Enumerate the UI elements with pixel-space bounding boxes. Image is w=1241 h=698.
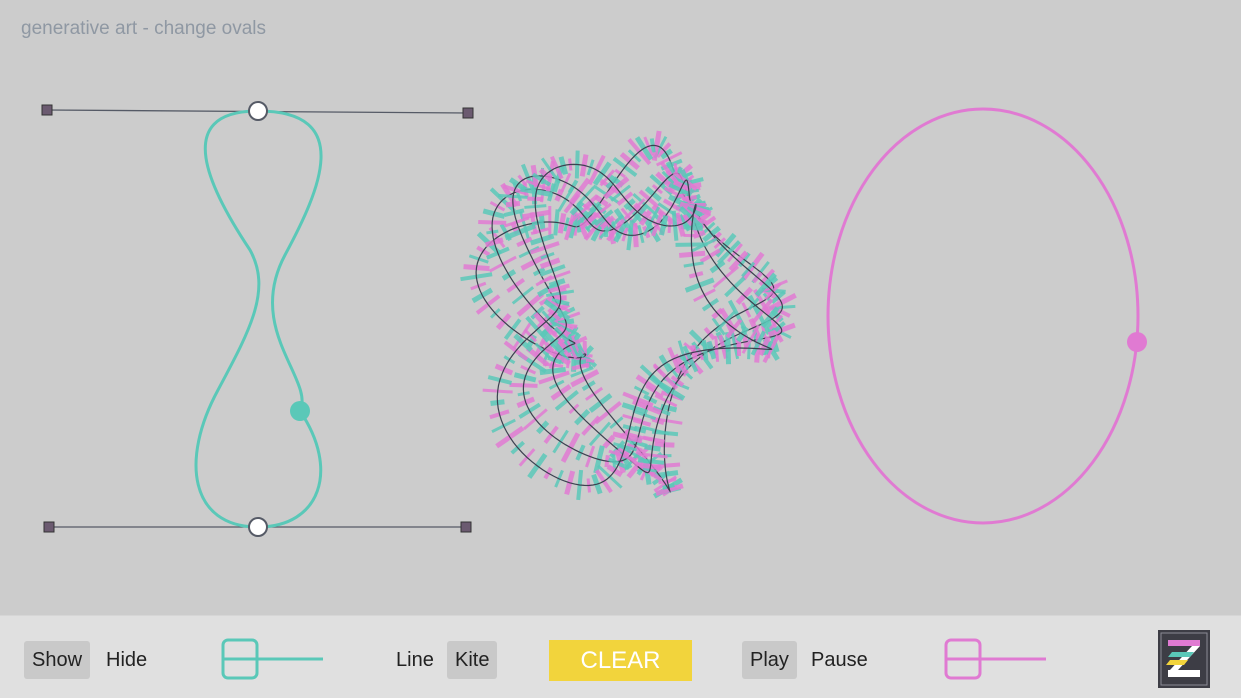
line-button[interactable]: Line: [388, 641, 442, 679]
generative-artwork: [461, 131, 796, 500]
canvas: [0, 0, 1241, 615]
teal-speed-slider[interactable]: [218, 636, 328, 682]
kite-button[interactable]: Kite: [447, 641, 497, 679]
editable-oval[interactable]: [828, 109, 1147, 523]
zim-logo-icon[interactable]: [1158, 630, 1210, 688]
circle-anchor-icon[interactable]: [249, 518, 267, 536]
square-handle-icon[interactable]: [44, 522, 54, 532]
teal-tracer-dot[interactable]: [290, 401, 310, 421]
clear-button[interactable]: CLEAR: [549, 640, 692, 681]
figure-eight-path[interactable]: [196, 111, 321, 527]
circle-anchor-icon[interactable]: [249, 102, 267, 120]
square-handle-icon[interactable]: [461, 522, 471, 532]
square-handle-icon[interactable]: [463, 108, 473, 118]
editable-figure-eight[interactable]: [42, 102, 473, 536]
pink-tracer-dot[interactable]: [1127, 332, 1147, 352]
pink-speed-slider[interactable]: [941, 636, 1051, 682]
hide-button[interactable]: Hide: [98, 641, 155, 679]
play-button[interactable]: Play: [742, 641, 797, 679]
drawing-stage[interactable]: generative art - change ovals: [0, 0, 1241, 615]
square-handle-icon[interactable]: [42, 105, 52, 115]
pause-button[interactable]: Pause: [803, 641, 876, 679]
bottom-toolbar: Show Hide Line Kite CLEAR Play Pause: [0, 615, 1241, 698]
oval-path[interactable]: [828, 109, 1138, 523]
show-button[interactable]: Show: [24, 641, 90, 679]
